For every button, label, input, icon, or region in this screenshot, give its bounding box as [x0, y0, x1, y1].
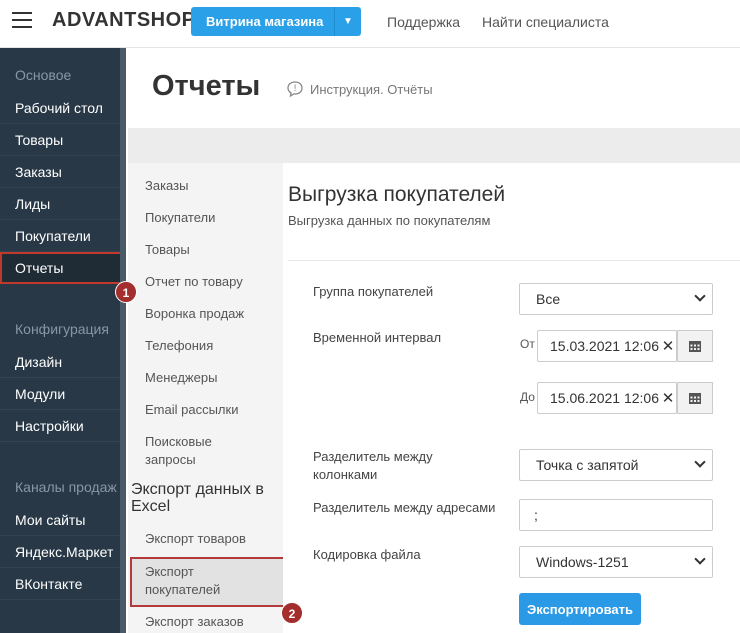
instruction-link[interactable]: ! Инструкция. Отчёты	[286, 80, 433, 98]
clear-icon[interactable]: ✕	[660, 383, 676, 413]
report-managers[interactable]: Менеджеры	[145, 369, 217, 387]
sidebar-item-vkontakte[interactable]: ВКонтакте	[0, 568, 126, 600]
report-products[interactable]: Товары	[145, 241, 190, 259]
sidebar-section-channels: Каналы продаж	[15, 479, 117, 495]
report-orders[interactable]: Заказы	[145, 177, 188, 195]
calendar-from-button[interactable]	[677, 330, 713, 362]
store-front-label: Витрина магазина	[206, 14, 324, 29]
sidebar-item-settings[interactable]: Настройки	[0, 410, 126, 442]
sidebar-section-config: Конфигурация	[15, 321, 109, 337]
sidebar-scrollbar[interactable]	[120, 48, 126, 633]
support-link[interactable]: Поддержка	[387, 14, 460, 30]
export-orders[interactable]: Экспорт заказов	[145, 613, 244, 631]
export-products[interactable]: Экспорт товаров	[145, 530, 246, 548]
column-separator-select[interactable]: Точка с запятой	[519, 449, 713, 481]
sidebar-item-orders[interactable]: Заказы	[0, 156, 126, 188]
report-search-queries[interactable]: Поисковые запросы	[145, 433, 235, 469]
store-front-button[interactable]: Витрина магазина ▼	[191, 7, 361, 36]
report-product-report[interactable]: Отчет по товару	[145, 273, 243, 291]
report-email[interactable]: Email рассылки	[145, 401, 238, 419]
file-encoding-label: Кодировка файла	[313, 547, 421, 562]
address-separator-input[interactable]: ;	[519, 499, 713, 531]
chevron-down-icon	[694, 456, 706, 468]
top-bar: ADVANTSHOP Витрина магазина ▼ Поддержка …	[0, 0, 740, 48]
chevron-down-icon	[694, 553, 706, 565]
time-interval-label: Временной интервал	[313, 330, 442, 345]
svg-text:!: !	[293, 84, 297, 94]
export-button[interactable]: Экспортировать	[519, 593, 641, 625]
sidebar-item-dashboard[interactable]: Рабочий стол	[0, 92, 126, 124]
from-label: От	[520, 337, 535, 351]
customer-group-select[interactable]: Все	[519, 283, 713, 315]
annotation-badge-1: 1	[115, 281, 137, 303]
sidebar-section-main: Основое	[15, 67, 72, 83]
customer-group-label: Группа покупателей	[313, 284, 434, 299]
speech-bubble-icon: !	[287, 81, 303, 98]
sidebar-item-design[interactable]: Дизайн	[0, 346, 126, 378]
column-separator-label: Разделитель между колонками	[313, 449, 433, 482]
report-customers[interactable]: Покупатели	[145, 209, 215, 227]
calendar-icon	[689, 341, 701, 352]
chevron-down-icon	[694, 290, 706, 302]
calendar-icon	[689, 393, 701, 404]
sidebar-item-reports[interactable]: Отчеты	[0, 252, 126, 284]
panel-title: Выгрузка покупателей	[288, 183, 506, 206]
logo[interactable]: ADVANTSHOP	[52, 9, 196, 32]
sidebar-item-products[interactable]: Товары	[0, 124, 126, 156]
export-customers[interactable]: Экспорт покупателей	[145, 563, 245, 599]
file-encoding-select[interactable]: Windows-1251	[519, 546, 713, 578]
export-heading: Экспорт данных в Excel	[131, 481, 264, 515]
calendar-to-button[interactable]	[677, 382, 713, 414]
date-to-input[interactable]: 15.06.2021 12:06 ✕	[537, 382, 677, 414]
sidebar-item-customers[interactable]: Покупатели	[0, 220, 126, 252]
find-specialist-link[interactable]: Найти специалиста	[482, 14, 609, 30]
sidebar-item-yandex-market[interactable]: Яндекс.Маркет	[0, 536, 126, 568]
export-customers-panel: Выгрузка покупателей Выгрузка данных по …	[283, 163, 740, 633]
report-telephony[interactable]: Телефония	[145, 337, 213, 355]
sidebar-item-modules[interactable]: Модули	[0, 378, 126, 410]
reports-nav: Заказы Покупатели Товары Отчет по товару…	[128, 163, 285, 633]
instruction-link-label: Инструкция. Отчёты	[310, 81, 433, 97]
sidebar: Основое Рабочий стол Товары Заказы Лиды …	[0, 48, 126, 633]
divider	[288, 260, 740, 261]
to-label: До	[520, 390, 535, 404]
annotation-badge-2: 2	[281, 602, 303, 624]
caret-down-icon[interactable]: ▼	[335, 16, 361, 27]
report-sales-funnel[interactable]: Воронка продаж	[145, 305, 244, 323]
sidebar-item-my-sites[interactable]: Мои сайты	[0, 504, 126, 536]
panel-subtitle: Выгрузка данных по покупателям	[288, 213, 491, 228]
page-header: Отчеты ! Инструкция. Отчёты	[128, 48, 740, 128]
address-separator-label: Разделитель между адресами	[313, 500, 496, 515]
page-title: Отчеты	[152, 70, 261, 102]
menu-icon[interactable]	[12, 12, 32, 28]
sidebar-item-leads[interactable]: Лиды	[0, 188, 126, 220]
date-from-input[interactable]: 15.03.2021 12:06 ✕	[537, 330, 677, 362]
clear-icon[interactable]: ✕	[660, 331, 676, 361]
